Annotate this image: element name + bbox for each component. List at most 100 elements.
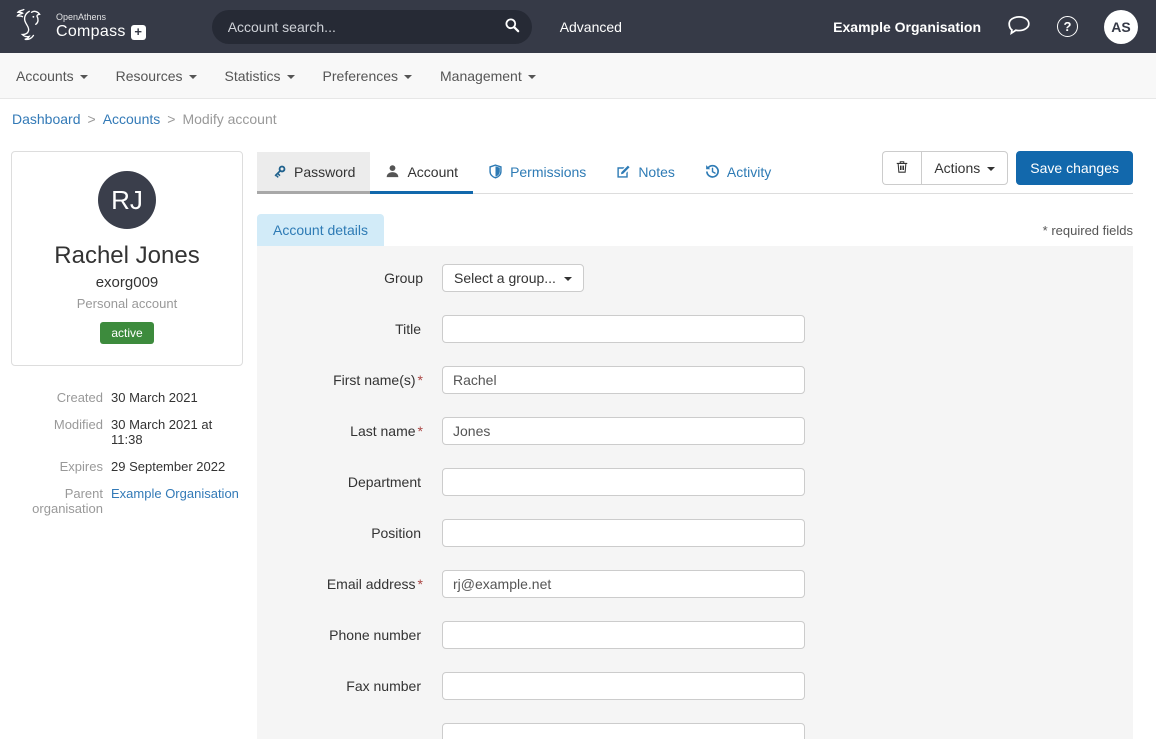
last-name-field-row: Last name*	[257, 417, 1133, 445]
messages-button[interactable]	[1007, 14, 1031, 39]
account-search-input[interactable]	[228, 19, 504, 35]
key-icon	[272, 164, 287, 179]
email-input[interactable]	[442, 570, 805, 598]
chevron-down-icon	[987, 167, 995, 171]
meta-modified: Modified 30 March 2021 at 11:38	[11, 417, 243, 447]
chevron-down-icon	[80, 75, 88, 79]
account-summary-column: RJ Rachel Jones exorg009 Personal accoun…	[11, 151, 243, 528]
trash-icon	[895, 159, 909, 177]
tab-account[interactable]: Account	[370, 152, 473, 194]
meta-created: Created 30 March 2021	[11, 390, 243, 405]
nav-management-label: Management	[440, 68, 522, 84]
parent-organisation-link[interactable]: Example Organisation	[111, 486, 239, 516]
group-field-row: Group Select a group...	[257, 264, 1133, 292]
brand-compass-label: Compass	[56, 24, 126, 40]
phone-input[interactable]	[442, 621, 805, 649]
position-label: Position	[257, 525, 442, 541]
meta-created-label: Created	[11, 390, 111, 405]
chevron-down-icon	[528, 75, 536, 79]
profile-avatar: RJ	[98, 171, 156, 229]
title-input[interactable]	[442, 315, 805, 343]
organisation-name: Example Organisation	[833, 19, 981, 35]
chat-bubble-icon	[1007, 14, 1031, 39]
advanced-search-link[interactable]: Advanced	[560, 19, 622, 35]
nav-accounts[interactable]: Accounts	[2, 53, 102, 98]
nav-management[interactable]: Management	[426, 53, 550, 98]
required-star: *	[418, 576, 423, 592]
meta-modified-label: Modified	[11, 417, 111, 447]
department-input[interactable]	[442, 468, 805, 496]
account-meta: Created 30 March 2021 Modified 30 March …	[11, 390, 243, 516]
fax-field-row: Fax number	[257, 672, 1133, 700]
tab-activity[interactable]: Activity	[690, 152, 786, 194]
chevron-down-icon	[404, 75, 412, 79]
tab-permissions-label: Permissions	[510, 164, 586, 180]
email-label: Email address*	[257, 576, 442, 592]
chevron-down-icon	[564, 277, 572, 281]
save-changes-button[interactable]: Save changes	[1016, 151, 1133, 185]
user-icon	[385, 164, 400, 179]
group-label: Group	[257, 270, 442, 286]
select-group-label: Select a group...	[454, 270, 556, 286]
title-field-row: Title	[257, 315, 1133, 343]
last-name-label: Last name*	[257, 423, 442, 439]
openathens-compass-logo[interactable]: OpenAthens Compass +	[12, 5, 146, 48]
title-label: Title	[257, 321, 442, 337]
delete-account-button[interactable]	[882, 151, 921, 185]
breadcrumb-separator: >	[88, 111, 96, 127]
tab-password[interactable]: Password	[257, 152, 370, 194]
help-button[interactable]: ?	[1057, 16, 1078, 37]
fax-label: Fax number	[257, 678, 442, 694]
account-tabs: Password Account Permiss	[257, 151, 1133, 194]
fax-input[interactable]	[442, 672, 805, 700]
breadcrumb: Dashboard > Accounts > Modify account	[0, 99, 1156, 137]
phone-label: Phone number	[257, 627, 442, 643]
meta-created-value: 30 March 2021	[111, 390, 198, 405]
department-label: Department	[257, 474, 442, 490]
meta-expires-label: Expires	[11, 459, 111, 474]
plus-badge-icon: +	[131, 25, 146, 40]
position-field-row: Position	[257, 519, 1133, 547]
meta-parent-organisation: Parent organisation Example Organisation	[11, 486, 243, 516]
profile-account-type: Personal account	[22, 296, 232, 311]
panel-header: Account details * required fields	[257, 214, 1133, 246]
actions-button-group: Actions	[882, 151, 1008, 185]
nav-preferences[interactable]: Preferences	[309, 53, 426, 98]
breadcrumb-separator: >	[167, 111, 175, 127]
first-name-label: First name(s)*	[257, 372, 442, 388]
history-icon	[705, 164, 720, 179]
first-name-input[interactable]	[442, 366, 805, 394]
breadcrumb-dashboard[interactable]: Dashboard	[12, 111, 81, 127]
account-search-box	[212, 10, 532, 44]
clipped-field-row	[257, 723, 1133, 739]
last-name-input[interactable]	[442, 417, 805, 445]
tab-notes-label: Notes	[638, 164, 675, 180]
clipped-field-input[interactable]	[442, 723, 805, 739]
nav-resources-label: Resources	[116, 68, 183, 84]
chevron-down-icon	[287, 75, 295, 79]
nav-accounts-label: Accounts	[16, 68, 74, 84]
first-name-field-row: First name(s)*	[257, 366, 1133, 394]
status-badge: active	[100, 322, 153, 344]
tab-account-label: Account	[407, 164, 458, 180]
meta-expires: Expires 29 September 2022	[11, 459, 243, 474]
tab-notes[interactable]: Notes	[601, 152, 690, 194]
account-details-tab[interactable]: Account details	[257, 214, 384, 246]
position-input[interactable]	[442, 519, 805, 547]
user-avatar[interactable]: AS	[1104, 10, 1138, 44]
edit-note-icon	[616, 164, 631, 179]
search-button[interactable]	[504, 17, 520, 36]
select-group-dropdown[interactable]: Select a group...	[442, 264, 584, 292]
main-content: RJ Rachel Jones exorg009 Personal accoun…	[0, 137, 1156, 739]
brand-text: OpenAthens Compass +	[56, 13, 146, 40]
actions-label: Actions	[934, 160, 980, 176]
search-icon	[504, 17, 520, 36]
help-question-icon: ?	[1057, 16, 1078, 37]
tab-permissions[interactable]: Permissions	[473, 152, 601, 194]
breadcrumb-accounts[interactable]: Accounts	[103, 111, 161, 127]
actions-dropdown-button[interactable]: Actions	[921, 151, 1008, 185]
brand-openathens-label: OpenAthens	[56, 13, 146, 22]
nav-statistics[interactable]: Statistics	[211, 53, 309, 98]
chevron-down-icon	[189, 75, 197, 79]
nav-resources[interactable]: Resources	[102, 53, 211, 98]
